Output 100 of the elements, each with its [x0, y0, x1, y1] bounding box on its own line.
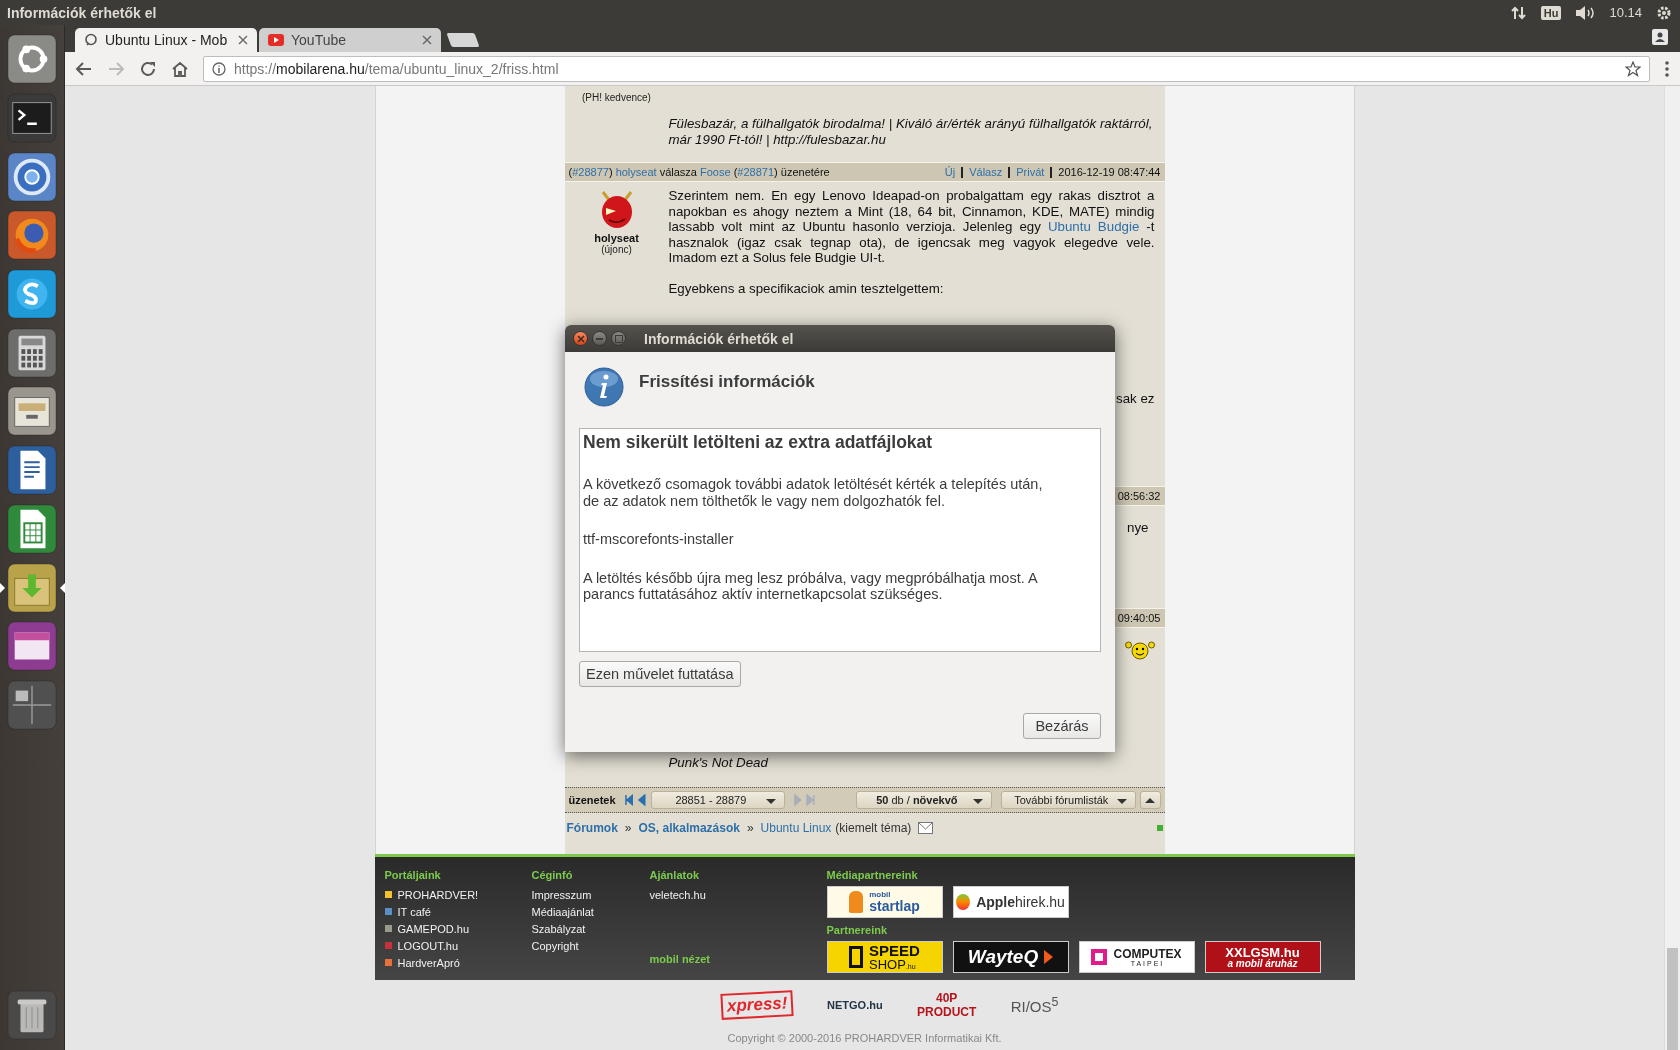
post-date: 2016-12-19 08:47:44 — [1057, 166, 1161, 178]
forum-list-select[interactable]: További fórumlisták — [1000, 791, 1136, 809]
new-tab-button[interactable] — [446, 33, 480, 47]
reload-icon[interactable] — [139, 59, 157, 78]
sponsor-logo[interactable]: xpress! — [719, 990, 794, 1020]
address-bar[interactable]: https://mobilarena.hu/tema/ubuntu_linux_2/friss.html — [203, 55, 1650, 82]
launcher-button[interactable] — [6, 502, 58, 555]
footer-heading: Partnereink — [826, 924, 889, 938]
footer-link[interactable]: Szabályzat — [531, 922, 586, 935]
footer-link[interactable]: veletech.hu — [649, 888, 706, 901]
settings-icon[interactable] — [1656, 4, 1672, 21]
mobile-view-link[interactable]: mobil nézet — [649, 953, 827, 970]
close-dialog-button[interactable]: Bezárás — [1023, 713, 1101, 739]
sponsor-logo[interactable]: RI/OS$^{5}$ — [1010, 995, 1059, 1015]
breadcrumb-link[interactable]: OS, alkalmazások — [638, 821, 740, 835]
launcher-button[interactable] — [6, 385, 58, 438]
inline-link[interactable]: Ubuntu Budgie — [1047, 219, 1140, 235]
sort-select[interactable]: 50 db / növekvő — [856, 791, 992, 809]
post-text-fragment: nye — [1126, 520, 1150, 535]
launcher-button[interactable] — [6, 620, 58, 673]
header-text: ( — [568, 166, 573, 178]
window-title: Információk érhetők el — [7, 4, 157, 21]
speech-bubble-icon — [84, 33, 98, 47]
footer-heading: Médiapartnereink — [826, 869, 919, 883]
previous-page-icon[interactable] — [637, 794, 648, 806]
launcher-button[interactable] — [6, 326, 58, 379]
footer-heading: Céginfó — [531, 869, 574, 883]
close-icon — [576, 334, 585, 343]
breadcrumb-link[interactable]: Fórumok — [566, 821, 618, 835]
url-text: https://mobilarena.hu/tema/ubuntu_linux_2/friss.html — [234, 60, 560, 77]
footer-link[interactable]: PROHARDVER! — [397, 888, 479, 901]
sponsor-logo[interactable]: NETGO.hu — [827, 999, 883, 1011]
copyright-text: Copyright © 2000-2016 PROHARDVER Informatikai Kft. — [727, 1032, 1002, 1044]
browser-tab[interactable]: YouTube — [259, 28, 441, 52]
message-paragraph: A letöltés később újra meg lesz próbálva, vagy megpróbálhatja most. A parancs futtatásához aktív internetkapcsolat szükséges. — [583, 569, 1039, 603]
drawer-icon — [7, 386, 57, 437]
launcher-button[interactable] — [6, 150, 58, 203]
close-icon[interactable] — [422, 35, 432, 45]
envelope-icon[interactable] — [918, 822, 934, 834]
signature-text: Punk's Not Dead — [668, 755, 769, 771]
info-icon[interactable] — [212, 61, 226, 76]
signature-text: Fülesbazár, a fülhallgatók birodalma! | Kiváló ár/érték arányú fülhallgatók raktárról, már 1990 Ft-tól! | http://fulesbazar.hu — [668, 116, 1154, 148]
focus-arrow-icon — [59, 582, 65, 593]
launcher-button[interactable] — [6, 561, 58, 614]
launcher-button[interactable] — [6, 444, 58, 497]
post-date: 08:56:32 — [1116, 490, 1161, 502]
partner-logo[interactable]: WayteQ — [952, 941, 1069, 973]
footer-link[interactable]: LOGOUT.hu — [397, 939, 459, 952]
username[interactable]: holyseat — [594, 232, 639, 244]
star-icon[interactable] — [1625, 60, 1641, 77]
run-action-button[interactable]: Ezen művelet futtatása — [579, 661, 741, 687]
footer-link[interactable]: HardverApró — [397, 956, 460, 969]
keyboard-layout-indicator[interactable]: Hu — [1540, 5, 1562, 20]
dialog-title: Információk érhetők el — [644, 330, 794, 347]
globe-icon — [7, 210, 57, 261]
network-arrows-icon[interactable] — [1510, 4, 1527, 21]
footer-heading: Portáljaink — [384, 869, 442, 883]
download-box-icon — [7, 562, 57, 613]
footer-link[interactable]: GAMEPOD.hu — [397, 922, 470, 935]
media-partner-logo[interactable]: Applehirek.hu — [952, 886, 1069, 918]
play-icon — [268, 34, 284, 46]
menu-icon[interactable] — [1664, 59, 1670, 78]
close-button[interactable] — [573, 331, 588, 346]
page-range-select[interactable]: 28851 - 28879 — [651, 791, 785, 809]
post-text-fragment: sak ez — [1115, 390, 1155, 406]
message-paragraph: A következő csomagok további adatok letöltését kérték a telepítés után, de az adatok nem tölthetők le vagy nem dolgozhatók fel. — [583, 476, 1044, 509]
scroll-up-button[interactable] — [1140, 791, 1161, 809]
error-heading: Nem sikerült letölteni az extra adatfájlokat — [583, 432, 934, 453]
dialog-heading: Frissítési információk — [639, 372, 815, 393]
volume-icon[interactable] — [1575, 4, 1596, 21]
launcher-button[interactable] — [6, 988, 58, 1041]
close-icon[interactable] — [238, 35, 248, 45]
launcher-button[interactable] — [6, 92, 58, 145]
footer-link[interactable]: Impresszum — [531, 888, 592, 901]
minimize-button[interactable] — [592, 331, 607, 346]
partner-logo[interactable]: XXLGSM.hu a mobil áruház — [1204, 941, 1321, 973]
minimize-icon — [596, 337, 603, 340]
footer-link[interactable]: Médiaajánlat — [531, 905, 594, 918]
header-text: ( — [732, 166, 738, 178]
scrollbar[interactable] — [1664, 86, 1680, 1050]
launcher-button[interactable] — [6, 678, 58, 731]
launcher-button[interactable] — [6, 268, 58, 321]
spreadsheet-icon — [7, 503, 57, 554]
clock[interactable]: 10.14 — [1609, 5, 1642, 20]
breadcrumb-link[interactable]: Ubuntu Linux — [760, 821, 832, 835]
maximize-button[interactable] — [611, 331, 626, 346]
sponsor-logo[interactable]: 40P PRODUCT — [916, 991, 977, 1019]
header-text: ) üzenetére — [774, 166, 830, 178]
footer-link[interactable]: IT café — [397, 905, 431, 918]
browser-tab[interactable]: Ubuntu Linux - Mob — [75, 28, 257, 52]
profile-icon[interactable] — [1652, 29, 1668, 45]
document-icon — [7, 445, 57, 496]
launcher-button[interactable] — [6, 33, 58, 86]
home-icon[interactable] — [171, 59, 189, 78]
post-paragraph: Szerintem nem. En egy Lenovo Ideapad-on probalgattam egy rakas disztrot a napokban es ahogy neztem a Mint (18, 64 bit, Cinnamon, KDE, MATE) mindig lassabb volt mint az Ubuntu hasonlo verzioja. Jelenleg egy Ubuntu Budgie -t hasznalok (igaz csak tegnap ota), de igencsak meg vagyok elegedve vele. Imadom ezt a Solus fele Budgie UI-t. — [668, 188, 1155, 266]
first-page-icon[interactable] — [623, 794, 634, 806]
back-icon[interactable] — [75, 59, 93, 78]
footer-link[interactable]: Copyright — [531, 939, 579, 952]
browser-icon — [7, 151, 57, 202]
media-partner-logo[interactable]: mobil startlap — [826, 886, 943, 918]
